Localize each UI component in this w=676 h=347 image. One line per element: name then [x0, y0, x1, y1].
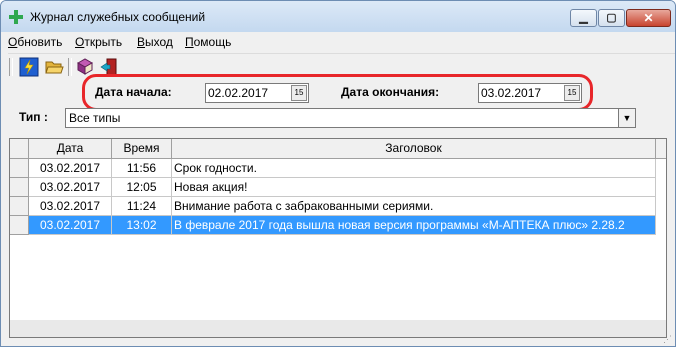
row-indicator[interactable] — [10, 178, 29, 197]
messages-table: Дата Время Заголовок 03.02.2017 11:56 Ср… — [9, 138, 667, 338]
cell-title: Внимание работа с забракованными сериями… — [172, 197, 656, 216]
cell-date: 03.02.2017 — [29, 159, 112, 178]
horizontal-scrollbar[interactable] — [10, 320, 666, 337]
cell-time: 11:56 — [112, 159, 172, 178]
minimize-icon: ▁ — [579, 12, 588, 24]
title-bar[interactable]: Журнал служебных сообщений ▁ ▢ ✕ — [1, 1, 675, 33]
close-icon: ✕ — [643, 11, 654, 25]
column-header-time[interactable]: Время — [112, 139, 172, 158]
toolbar-separator — [9, 58, 13, 76]
main-window: Журнал служебных сообщений ▁ ▢ ✕ Обновит… — [0, 0, 676, 347]
row-indicator[interactable] — [10, 197, 29, 216]
lightning-icon[interactable] — [19, 57, 39, 77]
menu-open[interactable]: Открыть — [75, 35, 122, 49]
cell-title: Новая акция! — [172, 178, 656, 197]
cell-title: Срок годности. — [172, 159, 656, 178]
column-header-date[interactable]: Дата — [29, 139, 112, 158]
column-header-title[interactable]: Заголовок — [172, 139, 656, 158]
cell-title: В феврале 2017 года вышла новая версия п… — [172, 216, 656, 235]
type-select-value: Все типы — [69, 111, 121, 125]
table-row[interactable]: 03.02.2017 11:56 Срок годности. — [10, 159, 666, 178]
maximize-button[interactable]: ▢ — [598, 9, 625, 27]
cell-date: 03.02.2017 — [29, 216, 112, 235]
cell-time: 11:24 — [112, 197, 172, 216]
row-indicator-header — [10, 139, 29, 158]
table-header: Дата Время Заголовок — [10, 139, 666, 159]
menu-bar: Обновить Открыть Выход Помощь — [1, 32, 675, 52]
maximize-icon: ▢ — [606, 12, 617, 24]
type-select[interactable]: Все типы ▼ — [65, 108, 636, 128]
resize-grip-icon[interactable]: ⋰ — [663, 334, 673, 344]
window-title: Журнал служебных сообщений — [30, 10, 206, 24]
folder-open-icon[interactable] — [44, 57, 64, 77]
close-button[interactable]: ✕ — [626, 9, 671, 27]
cell-date: 03.02.2017 — [29, 197, 112, 216]
table-row-selected[interactable]: 03.02.2017 13:02 В феврале 2017 года выш… — [10, 216, 666, 235]
dropdown-arrow-icon[interactable]: ▼ — [618, 109, 635, 127]
type-label: Тип : — [19, 110, 48, 124]
cell-time: 13:02 — [112, 216, 172, 235]
row-indicator[interactable] — [10, 216, 29, 235]
menu-refresh[interactable]: Обновить — [8, 35, 62, 49]
cell-time: 12:05 — [112, 178, 172, 197]
table-row[interactable]: 03.02.2017 11:24 Внимание работа с забра… — [10, 197, 666, 216]
toolbar-separator — [68, 58, 72, 76]
menu-help[interactable]: Помощь — [185, 35, 231, 49]
app-cross-icon — [9, 10, 23, 24]
minimize-button[interactable]: ▁ — [570, 9, 597, 27]
date-range-highlight — [82, 74, 593, 111]
menu-exit[interactable]: Выход — [137, 35, 173, 49]
table-row[interactable]: 03.02.2017 12:05 Новая акция! — [10, 178, 666, 197]
cell-date: 03.02.2017 — [29, 178, 112, 197]
row-indicator[interactable] — [10, 159, 29, 178]
